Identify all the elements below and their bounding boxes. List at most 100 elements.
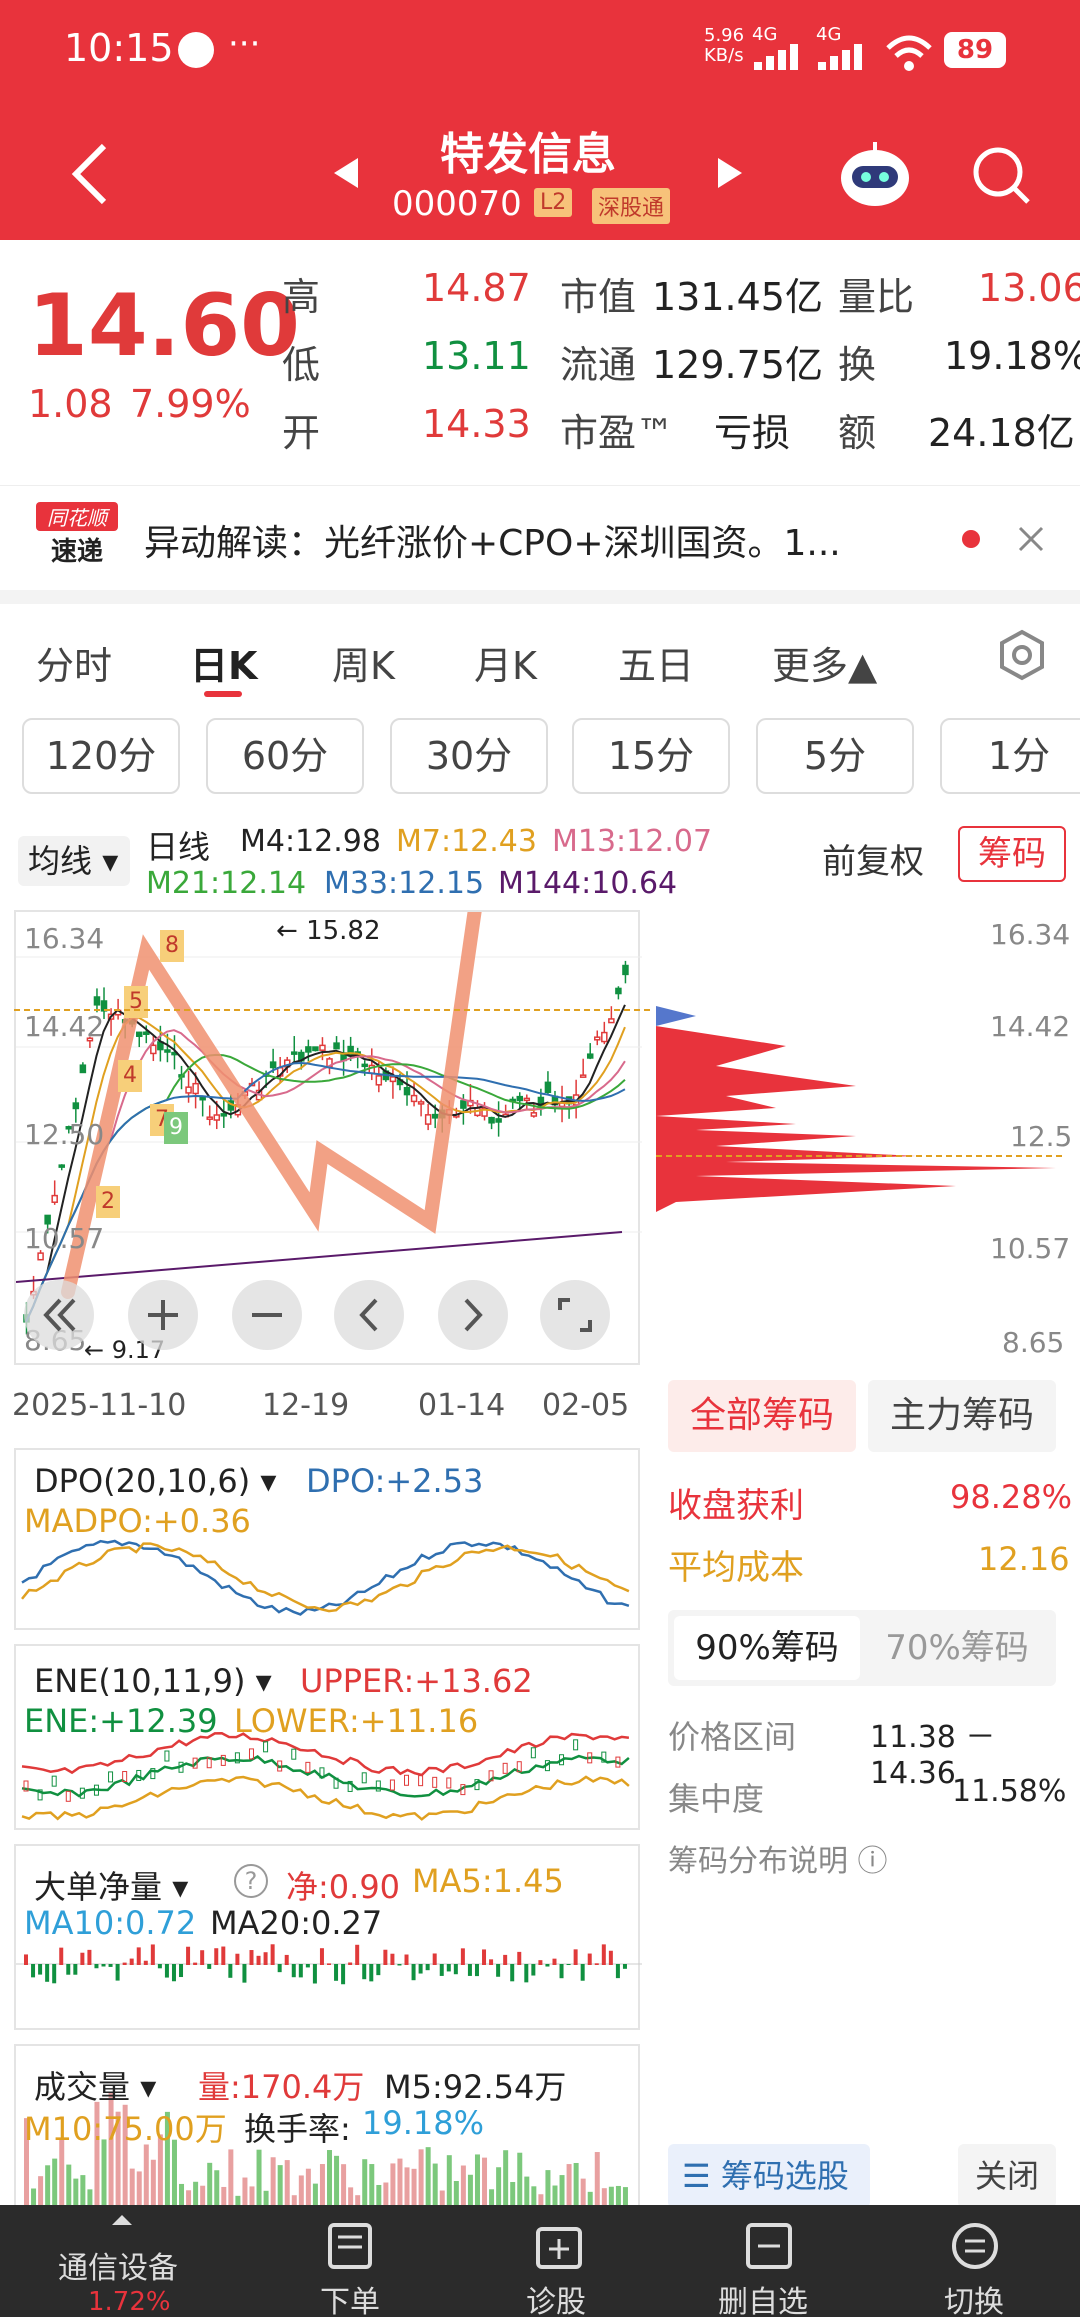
candle (192, 1082, 199, 1095)
chips-select-button[interactable]: ☰ 筹码选股 (668, 2144, 870, 2208)
candle (431, 1113, 439, 1119)
candle (213, 1114, 221, 1121)
order-icon[interactable] (326, 2221, 374, 2271)
sgt-badge: 深股通 (592, 188, 671, 224)
event-badge[interactable]: 4 (118, 1060, 142, 1092)
price-line (14, 1009, 654, 1011)
switch-icon[interactable] (950, 2221, 1000, 2271)
high-value: 14.87 (422, 266, 531, 310)
chips-tab-all[interactable]: 全部筹码 (668, 1380, 856, 1452)
close-icon[interactable] (1018, 526, 1044, 552)
rtick-5: 8.65 (1002, 1326, 1065, 1359)
candle (72, 1102, 80, 1110)
zoom-in-button[interactable] (128, 1280, 198, 1350)
ma144-line (15, 1231, 623, 1283)
help-icon[interactable]: ? (234, 1864, 268, 1898)
tab-intraday[interactable]: 分时 (36, 635, 112, 690)
amount-value: 24.18亿 (928, 411, 1075, 455)
diagnose-icon[interactable] (534, 2221, 584, 2271)
period-1[interactable]: 1分 (940, 718, 1080, 794)
period-60[interactable]: 60分 (206, 718, 364, 794)
candle (58, 1164, 65, 1168)
nav-diagnose[interactable]: 诊股 (526, 2277, 586, 2321)
period-30[interactable]: 30分 (390, 718, 548, 794)
mktcap-value: 131.45亿 (652, 275, 823, 319)
tab-weekly[interactable]: 周K (332, 635, 395, 690)
candle (269, 1061, 277, 1069)
bigorder-bar (334, 1964, 339, 1981)
ene-indicator-name[interactable]: ENE(10,11,9) ▾ (34, 1662, 272, 1700)
range-label: 价格区间 (668, 1718, 797, 1756)
bigorder-bar (432, 1953, 437, 1965)
ene-candle (108, 1771, 114, 1783)
low-label: 低 (282, 343, 321, 387)
tab-more[interactable]: 更多▲ (772, 635, 877, 690)
tab-fiveday[interactable]: 五日 (618, 635, 694, 690)
bigorder-bar (348, 1962, 353, 1965)
news-text[interactable]: 异动解读：光纤涨价+CPO+深圳国资。1... (144, 514, 841, 566)
status-time: 10:15 (64, 26, 174, 70)
fq-toggle[interactable]: 前复权 (822, 834, 924, 883)
price-change-pct: 7.99% (130, 382, 251, 426)
ene-candle (361, 1772, 367, 1784)
rewind-button[interactable] (24, 1280, 94, 1350)
event-badge[interactable]: 9 (164, 1112, 188, 1144)
volume-indicator-name[interactable]: 成交量 ▾ (34, 2062, 156, 2108)
ene-candle (418, 1775, 424, 1787)
status-bar: 10:15 ··· 5.96 KB/s 4G 4G 89 (0, 0, 1080, 100)
candle (579, 1074, 587, 1078)
event-badge[interactable]: 8 (160, 930, 184, 962)
bigorder-bar (45, 1964, 50, 1982)
nav-sector[interactable]: 通信设备 (58, 2243, 178, 2287)
chips-70[interactable]: 70%筹码 (864, 1616, 1050, 1680)
event-badge[interactable]: 5 (124, 986, 148, 1018)
candle (312, 1046, 319, 1052)
tab-monthly[interactable]: 月K (474, 635, 537, 690)
news-ticker[interactable]: 同花顺 速递 异动解读：光纤涨价+CPO+深圳国资。1... (0, 485, 1080, 585)
scroll-right-button[interactable] (438, 1280, 508, 1350)
robot-assistant-icon[interactable] (836, 140, 914, 210)
bigorder-bar (496, 1964, 501, 1977)
bigorder-bar (439, 1964, 444, 1976)
bigorder-bar (256, 1955, 261, 1965)
candle (544, 1081, 552, 1094)
remove-watchlist-icon[interactable] (744, 2221, 794, 2271)
ene-candle (65, 1790, 71, 1802)
event-badge[interactable]: 2 (96, 1186, 120, 1218)
dpo-indicator-name[interactable]: DPO(20,10,6) ▾ (34, 1462, 276, 1500)
chips-tab-main[interactable]: 主力筹码 (868, 1380, 1056, 1452)
zoom-out-button[interactable] (232, 1280, 302, 1350)
bigorder-bar (594, 1963, 599, 1965)
settings-hex-icon[interactable] (996, 629, 1048, 681)
nav-switch[interactable]: 切换 (944, 2277, 1004, 2321)
nav-remove-watchlist[interactable]: 删自选 (718, 2277, 808, 2321)
signal-icon-2 (818, 44, 862, 70)
chips-help-link[interactable]: 筹码分布说明 ⓘ (668, 1836, 888, 1880)
nav-order[interactable]: 下单 (320, 2277, 380, 2321)
bigorder-bar (312, 1964, 317, 1984)
chips-close-button[interactable]: 关闭 (958, 2144, 1056, 2208)
period-5[interactable]: 5分 (756, 718, 914, 794)
bigorder-bar (559, 1964, 564, 1979)
bigorder-indicator-name[interactable]: 大单净量 ▾ (34, 1862, 188, 1908)
tab-active-indicator (204, 691, 242, 697)
next-stock-icon[interactable] (716, 156, 744, 190)
fullscreen-button[interactable] (540, 1280, 610, 1350)
mktcap-label: 市值 (560, 275, 637, 319)
scroll-left-button[interactable] (334, 1280, 404, 1350)
float-label: 流通 (560, 343, 637, 387)
bigorder-bar (150, 1944, 155, 1965)
search-icon[interactable] (972, 146, 1032, 206)
ma-type-dropdown[interactable]: 均线 ▾ (18, 836, 130, 886)
chip-distribution-histogram (656, 1006, 1066, 1212)
back-icon[interactable] (70, 142, 110, 206)
bigorder-bar (369, 1964, 374, 1982)
bigorder-bar (573, 1949, 578, 1965)
chouma-button[interactable]: 筹码 (958, 826, 1066, 882)
chips-90[interactable]: 90%筹码 (674, 1616, 860, 1680)
prev-stock-icon[interactable] (332, 156, 360, 190)
tab-daily[interactable]: 日K (190, 635, 257, 690)
period-120[interactable]: 120分 (22, 718, 180, 794)
ytick-2: 14.42 (24, 1010, 105, 1043)
period-15[interactable]: 15分 (572, 718, 730, 794)
